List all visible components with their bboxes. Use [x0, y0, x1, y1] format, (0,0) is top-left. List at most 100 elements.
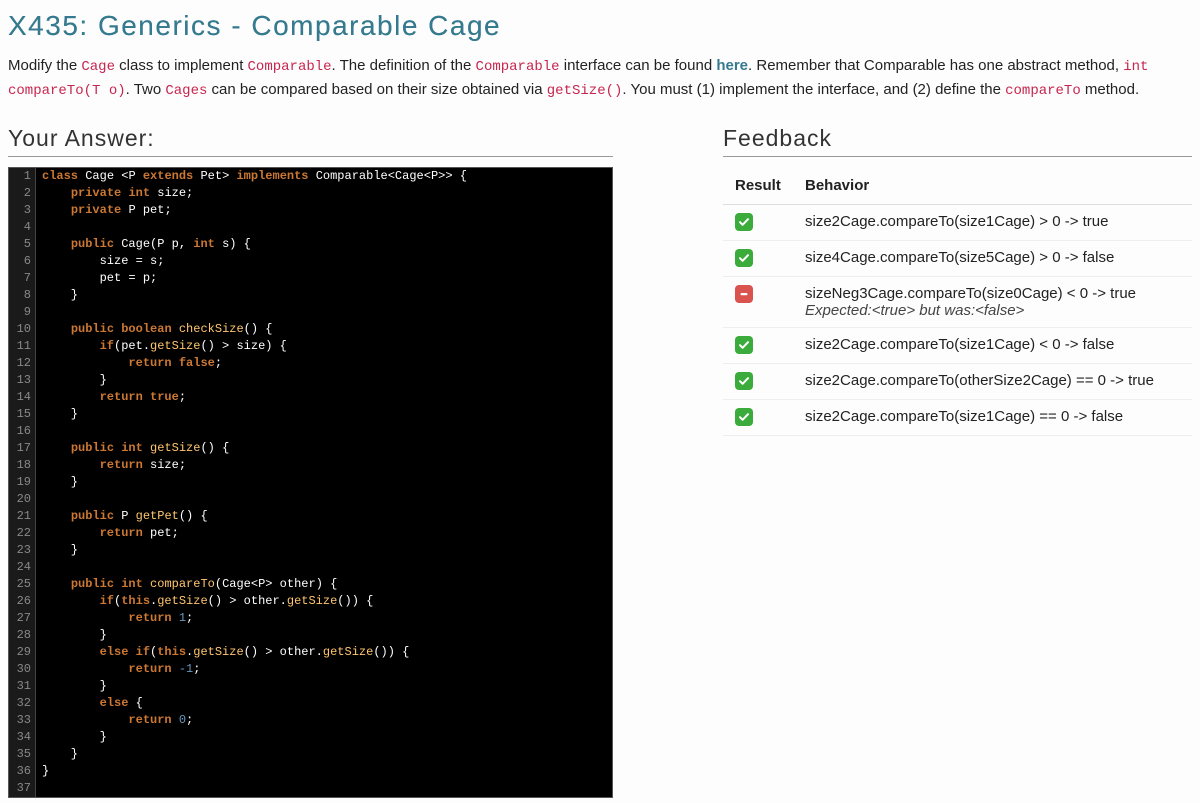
- feedback-row: size2Cage.compareTo(otherSize2Cage) == 0…: [723, 363, 1192, 399]
- behavior-text: size2Cage.compareTo(otherSize2Cage) == 0…: [805, 372, 1180, 389]
- code-line[interactable]: }: [42, 474, 467, 491]
- minus-icon: [735, 285, 753, 303]
- code-line[interactable]: [42, 304, 467, 321]
- code-line[interactable]: }: [42, 746, 467, 763]
- instr-span: . Two: [126, 81, 166, 98]
- code-line[interactable]: if(this.getSize() > other.getSize()) {: [42, 593, 467, 610]
- code-line[interactable]: }: [42, 627, 467, 644]
- line-number: 2: [13, 185, 31, 202]
- line-number: 33: [13, 712, 31, 729]
- code-comparable: Comparable: [476, 59, 560, 75]
- behavior-text: size2Cage.compareTo(size1Cage) > 0 -> tr…: [805, 213, 1180, 230]
- line-number: 13: [13, 372, 31, 389]
- code-line[interactable]: public Cage(P p, int s) {: [42, 236, 467, 253]
- line-number: 35: [13, 746, 31, 763]
- code-getsize: getSize(): [547, 83, 623, 99]
- code-line[interactable]: }: [42, 406, 467, 423]
- line-number: 20: [13, 491, 31, 508]
- feedback-row: size2Cage.compareTo(size1Cage) > 0 -> tr…: [723, 204, 1192, 240]
- code-line[interactable]: public boolean checkSize() {: [42, 321, 467, 338]
- behavior-text: size4Cage.compareTo(size5Cage) > 0 -> fa…: [805, 249, 1180, 266]
- line-number: 31: [13, 678, 31, 695]
- code-line[interactable]: pet = p;: [42, 270, 467, 287]
- code-line[interactable]: }: [42, 372, 467, 389]
- code-line[interactable]: }: [42, 287, 467, 304]
- check-icon: [735, 372, 753, 390]
- code-line[interactable]: }: [42, 729, 467, 746]
- instr-span: interface can be found: [560, 57, 717, 74]
- line-number: 10: [13, 321, 31, 338]
- code-line[interactable]: return false;: [42, 355, 467, 372]
- code-area[interactable]: class Cage <P extends Pet> implements Co…: [36, 168, 473, 797]
- code-line[interactable]: return true;: [42, 389, 467, 406]
- code-line[interactable]: class Cage <P extends Pet> implements Co…: [42, 168, 467, 185]
- code-line[interactable]: public int compareTo(Cage<P> other) {: [42, 576, 467, 593]
- here-link[interactable]: here: [716, 57, 748, 74]
- line-number: 18: [13, 457, 31, 474]
- code-line[interactable]: return 0;: [42, 712, 467, 729]
- check-icon: [735, 336, 753, 354]
- code-compareto: compareTo: [1005, 83, 1081, 99]
- line-number: 12: [13, 355, 31, 372]
- line-number: 6: [13, 253, 31, 270]
- line-number: 23: [13, 542, 31, 559]
- answer-heading: Your Answer:: [8, 125, 613, 157]
- line-number: 15: [13, 406, 31, 423]
- line-number: 25: [13, 576, 31, 593]
- line-number: 22: [13, 525, 31, 542]
- line-number: 24: [13, 559, 31, 576]
- line-number: 3: [13, 202, 31, 219]
- instructions-text: Modify the Cage class to implement Compa…: [8, 54, 1192, 103]
- code-line[interactable]: if(pet.getSize() > size) {: [42, 338, 467, 355]
- code-line[interactable]: return -1;: [42, 661, 467, 678]
- line-number: 9: [13, 304, 31, 321]
- line-number: 34: [13, 729, 31, 746]
- code-comparable: Comparable: [248, 59, 332, 75]
- code-line[interactable]: return size;: [42, 457, 467, 474]
- line-number: 30: [13, 661, 31, 678]
- code-line[interactable]: else {: [42, 695, 467, 712]
- check-icon: [735, 408, 753, 426]
- line-number: 19: [13, 474, 31, 491]
- col-result: Result: [723, 167, 793, 205]
- code-editor[interactable]: 1234567891011121314151617181920212223242…: [8, 167, 613, 798]
- feedback-table: Result Behavior size2Cage.compareTo(size…: [723, 167, 1192, 436]
- check-icon: [735, 249, 753, 267]
- instr-span: . The definition of the: [332, 57, 476, 74]
- feedback-row: size2Cage.compareTo(size1Cage) < 0 -> fa…: [723, 327, 1192, 363]
- code-line[interactable]: }: [42, 542, 467, 559]
- code-line[interactable]: [42, 780, 467, 797]
- code-line[interactable]: private int size;: [42, 185, 467, 202]
- line-number: 37: [13, 780, 31, 797]
- line-number: 21: [13, 508, 31, 525]
- line-number: 4: [13, 219, 31, 236]
- code-line[interactable]: return 1;: [42, 610, 467, 627]
- code-line[interactable]: [42, 491, 467, 508]
- instr-span: can be compared based on their size obta…: [207, 81, 546, 98]
- code-line[interactable]: [42, 423, 467, 440]
- code-line[interactable]: public P getPet() {: [42, 508, 467, 525]
- instr-span: . You must (1) implement the interface, …: [622, 81, 1005, 98]
- line-number: 36: [13, 763, 31, 780]
- code-line[interactable]: else if(this.getSize() > other.getSize()…: [42, 644, 467, 661]
- code-cages: Cages: [165, 83, 207, 99]
- code-line[interactable]: size = s;: [42, 253, 467, 270]
- line-number: 17: [13, 440, 31, 457]
- code-cage: Cage: [81, 59, 115, 75]
- line-number: 28: [13, 627, 31, 644]
- line-number: 26: [13, 593, 31, 610]
- code-line[interactable]: public int getSize() {: [42, 440, 467, 457]
- code-line[interactable]: private P pet;: [42, 202, 467, 219]
- code-line[interactable]: }: [42, 763, 467, 780]
- code-line[interactable]: }: [42, 678, 467, 695]
- code-line[interactable]: return pet;: [42, 525, 467, 542]
- code-line[interactable]: [42, 219, 467, 236]
- line-number: 11: [13, 338, 31, 355]
- code-line[interactable]: [42, 559, 467, 576]
- feedback-row: sizeNeg3Cage.compareTo(size0Cage) < 0 ->…: [723, 276, 1192, 327]
- line-number: 8: [13, 287, 31, 304]
- line-gutter: 1234567891011121314151617181920212223242…: [9, 168, 36, 797]
- check-icon: [735, 213, 753, 231]
- line-number: 27: [13, 610, 31, 627]
- line-number: 29: [13, 644, 31, 661]
